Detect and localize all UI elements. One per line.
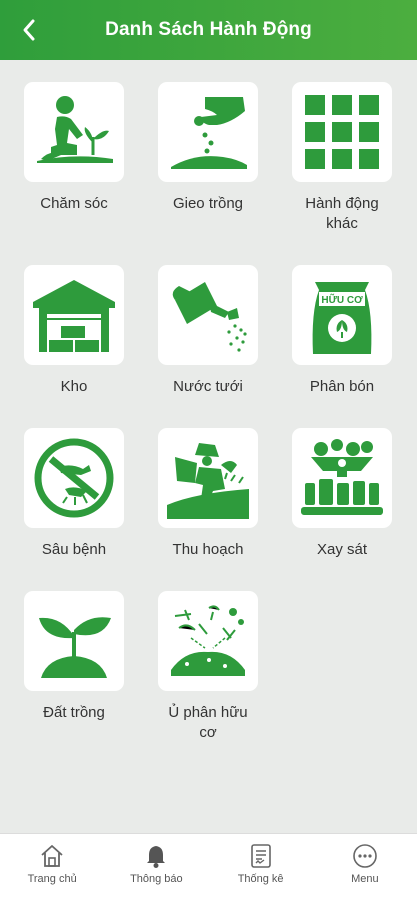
- action-tile-nuoc-tuoi[interactable]: Nước tưới: [156, 265, 260, 397]
- action-tile-cham-soc[interactable]: Chăm sóc: [22, 82, 126, 214]
- action-card: [158, 591, 258, 691]
- nav-item-statistics[interactable]: Thống kê: [209, 834, 313, 900]
- more-icon: [353, 844, 377, 868]
- bottom-nav: Trang chủ Thông báo Thống kê Menu: [0, 833, 417, 900]
- action-card: [158, 82, 258, 182]
- action-card: [158, 428, 258, 528]
- action-label: Đất trồng: [43, 704, 105, 721]
- action-label: Chăm sóc: [40, 195, 108, 212]
- action-label: Nước tưới: [173, 378, 243, 395]
- action-tile-xay-sat[interactable]: Xay sát: [290, 428, 394, 560]
- action-card: [292, 82, 392, 182]
- nav-item-home[interactable]: Trang chủ: [0, 834, 104, 900]
- nav-label: Thông báo: [130, 873, 183, 885]
- sprout-soil-icon: [39, 617, 111, 678]
- nav-label: Trang chủ: [27, 873, 77, 885]
- nav-item-menu[interactable]: Menu: [313, 834, 417, 900]
- app-header: Danh Sách Hành Động: [0, 0, 417, 60]
- action-card: [24, 591, 124, 691]
- action-card: [292, 428, 392, 528]
- action-card: [24, 428, 124, 528]
- action-tile-kho[interactable]: Kho: [22, 265, 126, 397]
- home-icon: [41, 845, 63, 867]
- action-label: Kho: [60, 378, 88, 395]
- action-card: HỮU CƠ: [292, 265, 392, 365]
- grid-icon: [305, 95, 379, 169]
- nav-label: Thống kê: [237, 873, 284, 885]
- nav-item-notifications[interactable]: Thông báo: [104, 834, 208, 900]
- bell-icon: [147, 846, 166, 868]
- sowing-hand-icon: [171, 97, 247, 169]
- chevron-left-icon: [23, 19, 35, 41]
- action-tile-hanh-dong-khac[interactable]: Hành động khác: [290, 82, 394, 234]
- action-tile-gieo-trong[interactable]: Gieo trồng: [156, 82, 260, 214]
- action-label: Hành động khác: [305, 195, 379, 232]
- fertilizer-badge-text: HỮU CƠ: [321, 293, 363, 306]
- action-card: [158, 265, 258, 365]
- nav-label: Menu: [351, 873, 379, 885]
- action-card: [24, 82, 124, 182]
- action-tile-sau-benh[interactable]: Sâu bệnh: [22, 428, 126, 560]
- back-button[interactable]: [14, 14, 46, 46]
- action-label: Ủ phân hữu cơ: [168, 704, 248, 741]
- fertilizer-bag-icon: HỮU CƠ: [312, 282, 372, 354]
- action-tile-dat-trong[interactable]: Đất trồng: [22, 591, 126, 723]
- gardener-icon: [37, 96, 113, 163]
- warehouse-icon: [33, 280, 115, 352]
- action-label: Phân bón: [309, 378, 375, 395]
- action-tile-thu-hoach[interactable]: Thu hoạch: [156, 428, 260, 560]
- action-label: Sâu bệnh: [41, 541, 107, 558]
- action-tile-u-phan-huu-co[interactable]: Ủ phân hữu cơ: [156, 591, 260, 743]
- compost-icon: [171, 605, 245, 676]
- action-label: Gieo trồng: [172, 195, 244, 212]
- no-pests-icon: [34, 438, 114, 518]
- page-title: Danh Sách Hành Động: [105, 19, 312, 40]
- action-label: Thu hoạch: [172, 541, 244, 558]
- processing-factory-icon: [301, 439, 383, 515]
- action-label: Xay sát: [316, 541, 368, 558]
- watering-can-icon: [172, 282, 247, 352]
- harvest-icon: [167, 443, 249, 519]
- action-card: [24, 265, 124, 365]
- action-tile-phan-bon[interactable]: HỮU CƠ Phân bón: [290, 265, 394, 397]
- report-icon: [250, 844, 271, 868]
